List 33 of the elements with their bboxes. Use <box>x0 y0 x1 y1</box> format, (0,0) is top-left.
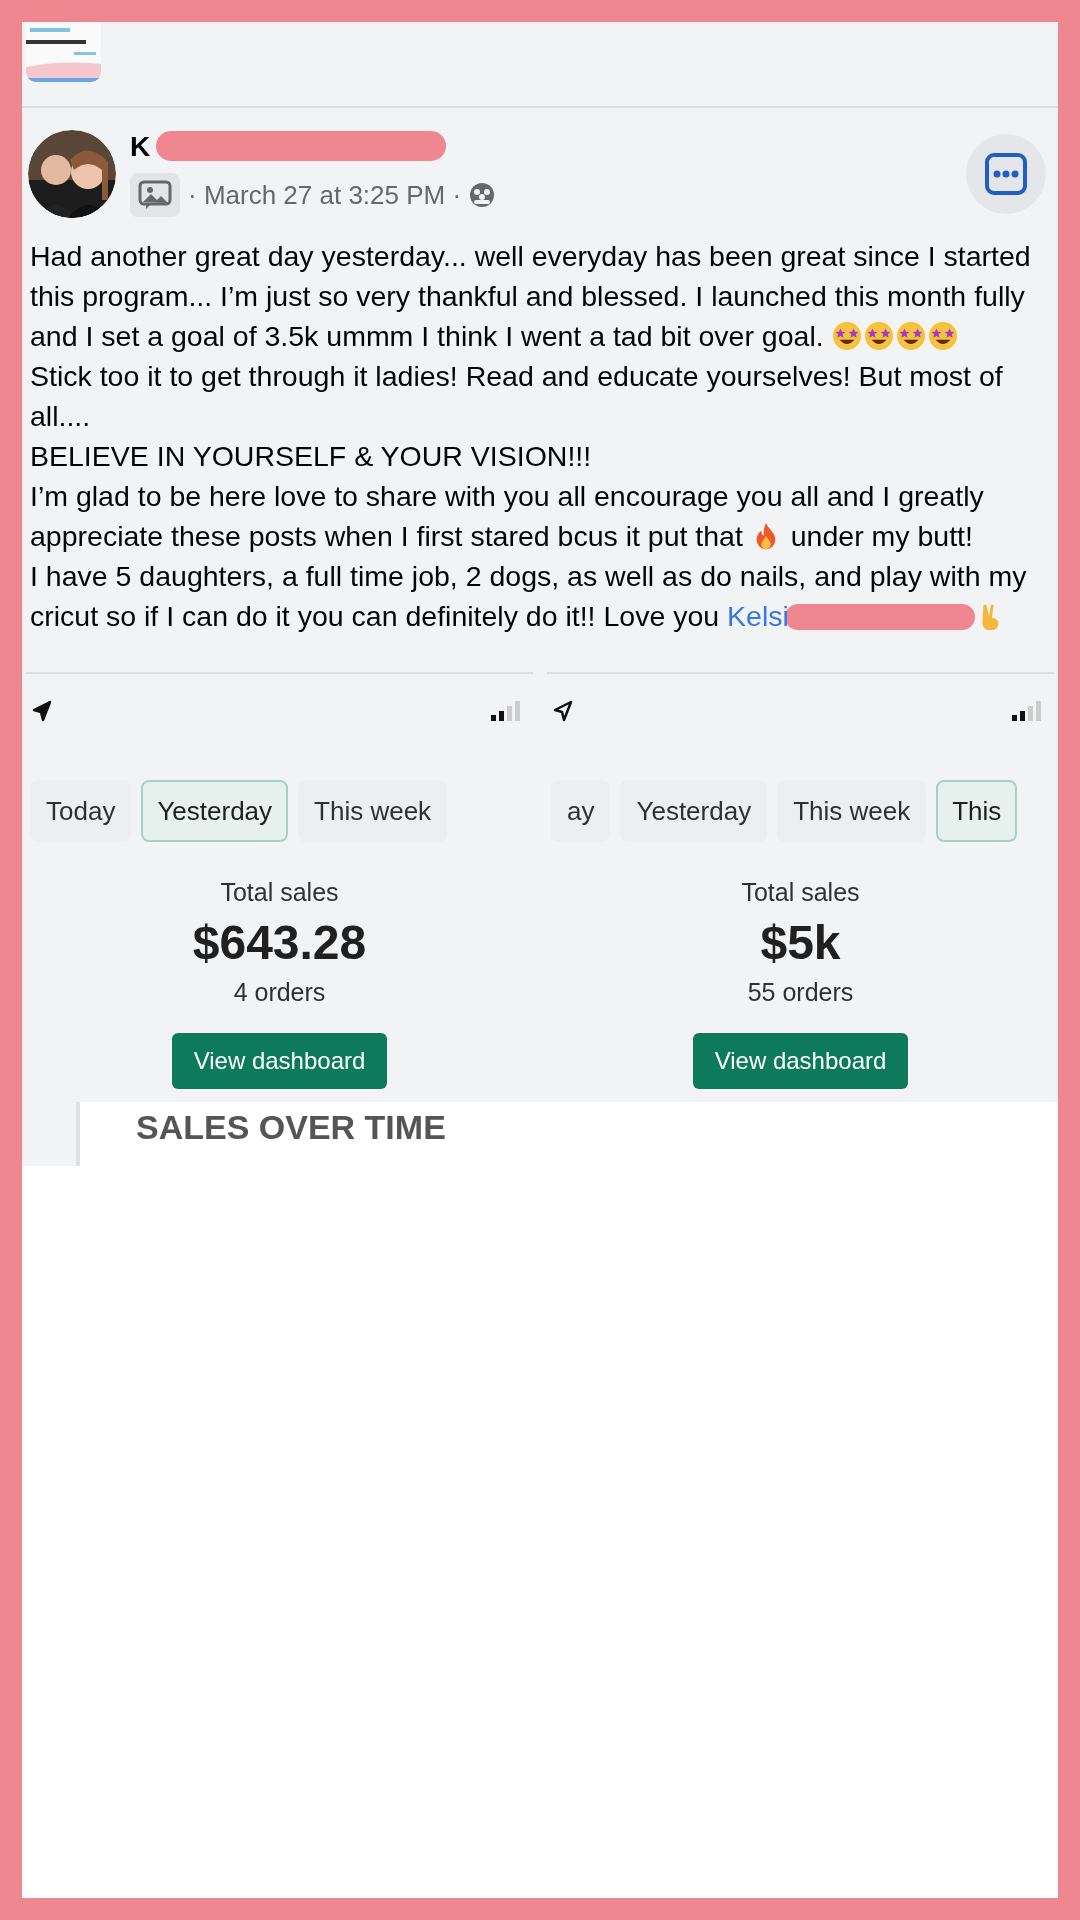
post-text: Had another great day yesterday... well everyday has been great since I started this program... I’m just so very thankful and blessed. I launched this month fully and I set a goal of 3.5k ummm I think I went a tad bit over goal. <box>30 239 1032 354</box>
order-count: 55 orders <box>747 978 854 1007</box>
more-icon <box>984 152 1028 196</box>
report-title: SALES OVER TIME <box>136 1108 446 1148</box>
period-tab[interactable]: This week <box>298 780 448 842</box>
metric-label: Total sales <box>220 878 339 907</box>
sales-amount: $5k <box>760 915 841 970</box>
period-tab[interactable]: Yesterday <box>141 780 289 842</box>
period-tab[interactable]: ay <box>551 780 611 842</box>
period-tab[interactable]: Today <box>30 780 132 842</box>
period-tab[interactable]: This <box>936 780 1018 842</box>
period-tab[interactable]: This week <box>777 780 927 842</box>
view-dashboard-button[interactable]: View dashboard <box>171 1033 388 1089</box>
location-arrow-icon <box>32 700 52 722</box>
sales-amount: $643.28 <box>192 915 367 970</box>
post-text: Stick too it to get through it ladies! Read and educate yourselves! But most of all.... <box>30 359 1004 434</box>
group-icon <box>469 182 496 208</box>
location-arrow-icon <box>553 700 573 722</box>
mention-link[interactable]: Kelsi <box>727 600 789 632</box>
metric-label: Total sales <box>741 878 860 907</box>
star-eyes-face-icon <box>895 321 926 351</box>
post-text: I have 5 daughters, a full time job, 2 dogs, as well as do nails, and play with my cricut so if I can do it you can definitely do it!! Love you Kelsi <box>30 559 1028 634</box>
star-eyes-face-icon <box>831 321 862 351</box>
star-eyes-face-icon <box>927 321 958 351</box>
photo-icon <box>130 173 180 217</box>
view-dashboard-button[interactable]: View dashboard <box>692 1033 909 1089</box>
post-text: I’m glad to be here love to share with you all encourage you all and I greatly appreciate these posts when I first stared bcus it put that under my butt! <box>30 479 985 554</box>
star-eyes-face-icon <box>863 321 894 351</box>
post-text: BELIEVE IN YOURSELF & YOUR VISION!!! <box>30 439 593 474</box>
order-count: 4 orders <box>233 978 326 1007</box>
author-name[interactable]: K <box>130 131 151 162</box>
post-time[interactable]: · March 27 at 3:25 PM · <box>188 179 462 211</box>
period-tab[interactable]: Yesterday <box>620 780 768 842</box>
